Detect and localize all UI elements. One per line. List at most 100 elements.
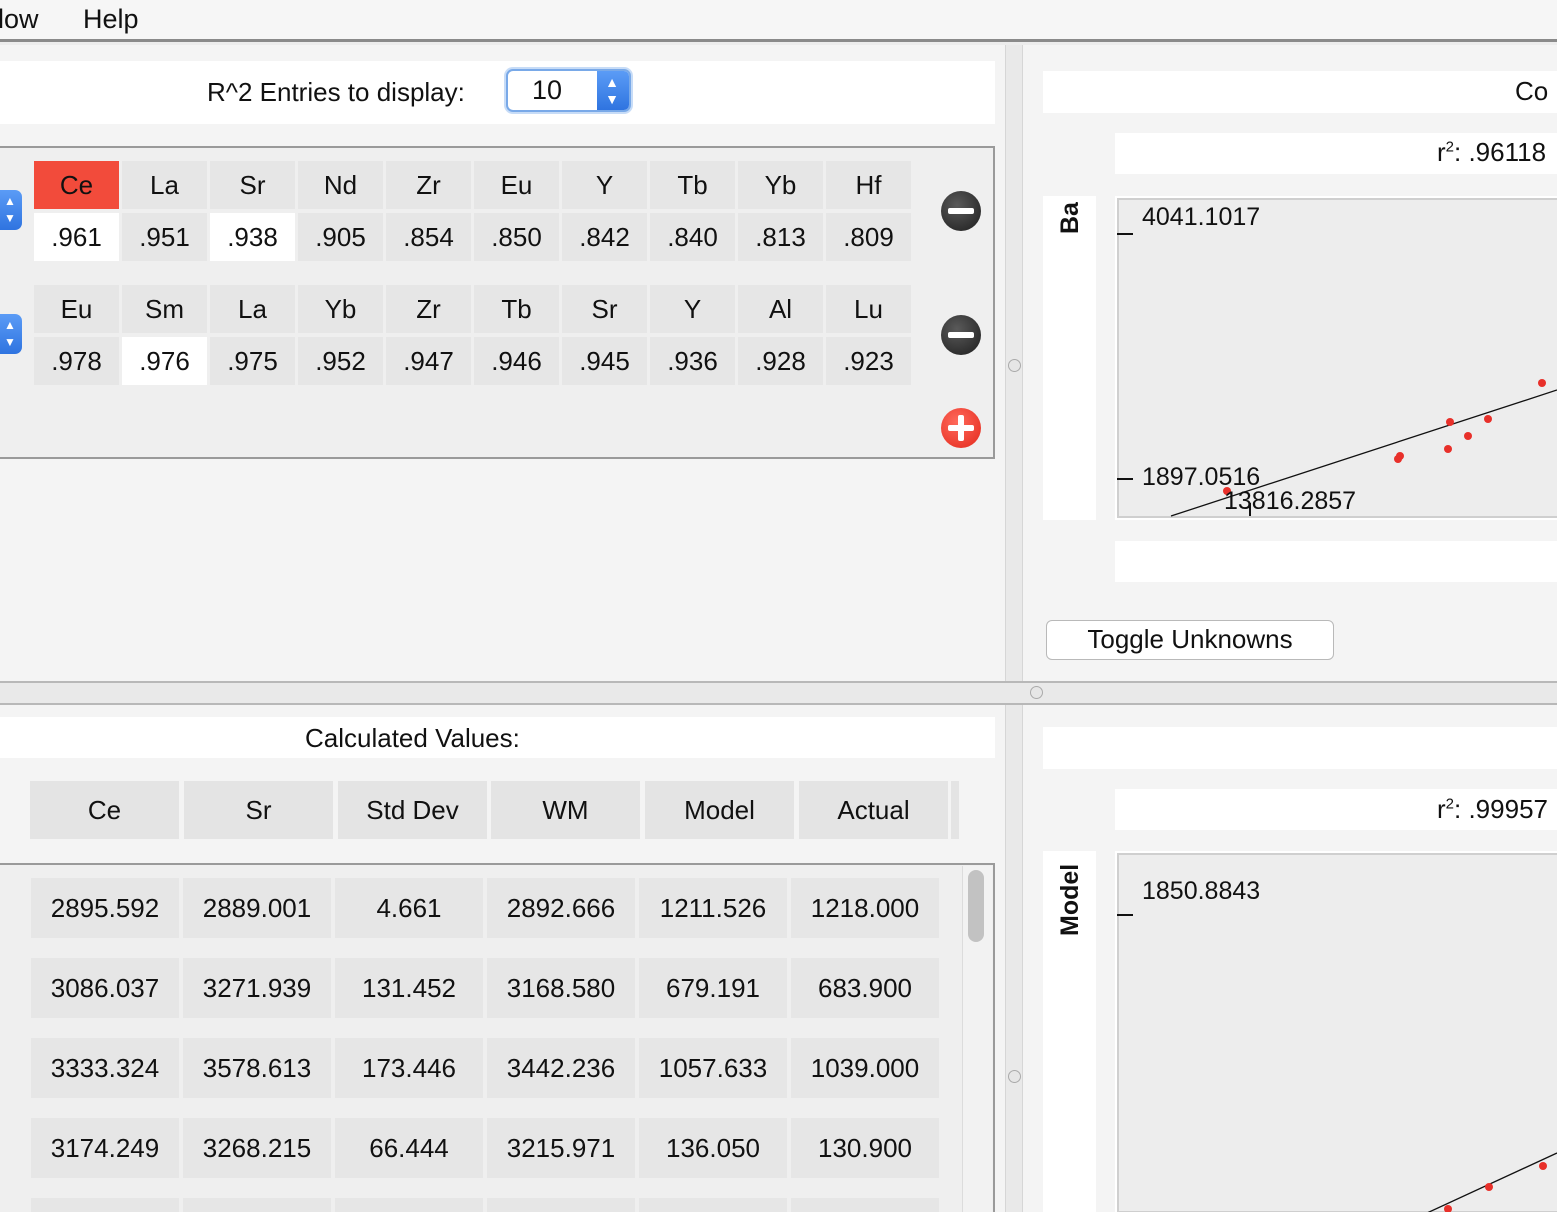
table-cell[interactable] xyxy=(31,1198,179,1212)
r2-value-cell[interactable]: .923 xyxy=(826,337,911,385)
splitter-grip[interactable] xyxy=(1008,1070,1021,1083)
column-header[interactable]: Ce xyxy=(30,781,179,839)
table-cell[interactable]: 2889.001 xyxy=(183,878,331,938)
r2-element-cell[interactable]: Y xyxy=(650,285,735,333)
splitter-grip[interactable] xyxy=(1030,686,1043,699)
r2-element-cell[interactable]: Al xyxy=(738,285,823,333)
r2-element-cell[interactable]: La xyxy=(122,161,207,209)
table-cell[interactable] xyxy=(487,1198,635,1212)
r2-element-cell[interactable]: Zr xyxy=(386,285,471,333)
row1-stepper[interactable]: ▲ ▼ xyxy=(0,190,22,230)
column-header[interactable]: Sr xyxy=(184,781,333,839)
table-cell[interactable]: 3168.580 xyxy=(487,958,635,1018)
spinner-arrows[interactable]: ▲ ▼ xyxy=(597,71,629,110)
chevron-down-icon[interactable]: ▼ xyxy=(604,91,620,107)
r2-value-cell[interactable]: .809 xyxy=(826,213,911,261)
table-cell[interactable]: 3215.971 xyxy=(487,1118,635,1178)
table-cell[interactable]: 1039.000 xyxy=(791,1038,939,1098)
table-cell[interactable]: 679.191 xyxy=(639,958,787,1018)
r2-value-cell[interactable]: .840 xyxy=(650,213,735,261)
table-cell[interactable]: 3174.249 xyxy=(31,1118,179,1178)
table-cell[interactable] xyxy=(335,1198,483,1212)
vertical-splitter-bottom[interactable] xyxy=(1005,705,1023,1212)
r2-value-label: r2: .96118 xyxy=(1437,137,1547,167)
r2-value-cell[interactable]: .850 xyxy=(474,213,559,261)
r2-element-cell[interactable]: Tb xyxy=(474,285,559,333)
r2-value-cell[interactable]: .947 xyxy=(386,337,471,385)
r2-element-cell[interactable]: Ce xyxy=(34,161,119,209)
chevron-up-icon[interactable]: ▲ xyxy=(604,74,620,90)
r2-element-cell[interactable]: Zr xyxy=(386,161,471,209)
table-cell[interactable]: 3578.613 xyxy=(183,1038,331,1098)
column-header[interactable]: Actual xyxy=(799,781,948,839)
toggle-unknowns-button[interactable]: Toggle Unknowns xyxy=(1046,620,1334,660)
table-cell[interactable]: 683.900 xyxy=(791,958,939,1018)
row2-stepper[interactable]: ▲ ▼ xyxy=(0,314,22,354)
table-cell[interactable]: 1211.526 xyxy=(639,878,787,938)
table-cell[interactable] xyxy=(639,1198,787,1212)
table-cell[interactable]: 1218.000 xyxy=(791,878,939,938)
r2-value-cell[interactable]: .938 xyxy=(210,213,295,261)
chevron-up-icon[interactable]: ▲ xyxy=(0,194,20,208)
r2-element-cell[interactable]: Eu xyxy=(474,161,559,209)
column-header[interactable]: Std Dev xyxy=(338,781,487,839)
table-cell[interactable] xyxy=(183,1198,331,1212)
horizontal-splitter[interactable] xyxy=(0,681,1557,705)
table-cell[interactable]: 136.050 xyxy=(639,1118,787,1178)
r2-element-cell[interactable]: Eu xyxy=(34,285,119,333)
table-cell[interactable]: 2892.666 xyxy=(487,878,635,938)
table-cell[interactable]: 2895.592 xyxy=(31,878,179,938)
table-cell[interactable]: 4.661 xyxy=(335,878,483,938)
table-cell[interactable]: 1057.633 xyxy=(639,1038,787,1098)
r2-element-cell[interactable]: Sr xyxy=(210,161,295,209)
table-cell[interactable]: 3333.324 xyxy=(31,1038,179,1098)
table-cell[interactable] xyxy=(791,1198,939,1212)
r2-value-cell[interactable]: .936 xyxy=(650,337,735,385)
remove-row1-button[interactable] xyxy=(941,191,981,231)
r2-value-cell[interactable]: .961 xyxy=(34,213,119,261)
chevron-down-icon[interactable]: ▼ xyxy=(0,211,20,225)
r2-value-cell[interactable]: .952 xyxy=(298,337,383,385)
chevron-up-icon[interactable]: ▲ xyxy=(0,318,20,332)
r2-value-cell[interactable]: .975 xyxy=(210,337,295,385)
column-header[interactable]: WM xyxy=(491,781,640,839)
r2-value-cell[interactable]: .951 xyxy=(122,213,207,261)
r2-element-cell[interactable]: Sr xyxy=(562,285,647,333)
r2-value-cell[interactable]: .928 xyxy=(738,337,823,385)
table-cell[interactable]: 173.446 xyxy=(335,1038,483,1098)
r2-value-cell[interactable]: .978 xyxy=(34,337,119,385)
r2-value-cell[interactable]: .976 xyxy=(122,337,207,385)
r2-element-cell[interactable]: Lu xyxy=(826,285,911,333)
r2-value-cell[interactable]: .905 xyxy=(298,213,383,261)
splitter-grip[interactable] xyxy=(1008,359,1021,372)
table-cell[interactable]: 130.900 xyxy=(791,1118,939,1178)
r2-value-cell[interactable]: .946 xyxy=(474,337,559,385)
r2-element-cell[interactable]: Y xyxy=(562,161,647,209)
scrollbar-thumb[interactable] xyxy=(968,870,984,942)
r2-element-cell[interactable]: Yb xyxy=(738,161,823,209)
menu-window[interactable]: low xyxy=(0,4,39,35)
r2-element-cell[interactable]: Nd xyxy=(298,161,383,209)
table-cell[interactable]: 3268.215 xyxy=(183,1118,331,1178)
r2-element-cell[interactable]: Hf xyxy=(826,161,911,209)
r2-value-cell[interactable]: .842 xyxy=(562,213,647,261)
table-cell[interactable]: 3086.037 xyxy=(31,958,179,1018)
menu-help[interactable]: Help xyxy=(83,4,139,35)
column-header[interactable]: Model xyxy=(645,781,794,839)
remove-row2-button[interactable] xyxy=(941,315,981,355)
r2-element-cell[interactable]: Sm xyxy=(122,285,207,333)
r2-value-cell[interactable]: .945 xyxy=(562,337,647,385)
entries-spinner[interactable]: 10 ▲ ▼ xyxy=(506,69,631,112)
chevron-down-icon[interactable]: ▼ xyxy=(0,335,20,349)
r2-element-cell[interactable]: La xyxy=(210,285,295,333)
r2-element-cell[interactable]: Yb xyxy=(298,285,383,333)
table-cell[interactable]: 3442.236 xyxy=(487,1038,635,1098)
vertical-splitter-top[interactable] xyxy=(1005,45,1023,681)
table-cell[interactable]: 66.444 xyxy=(335,1118,483,1178)
add-row-button[interactable] xyxy=(941,408,981,448)
table-cell[interactable]: 131.452 xyxy=(335,958,483,1018)
table-cell[interactable]: 3271.939 xyxy=(183,958,331,1018)
r2-element-cell[interactable]: Tb xyxy=(650,161,735,209)
r2-value-cell[interactable]: .813 xyxy=(738,213,823,261)
r2-value-cell[interactable]: .854 xyxy=(386,213,471,261)
